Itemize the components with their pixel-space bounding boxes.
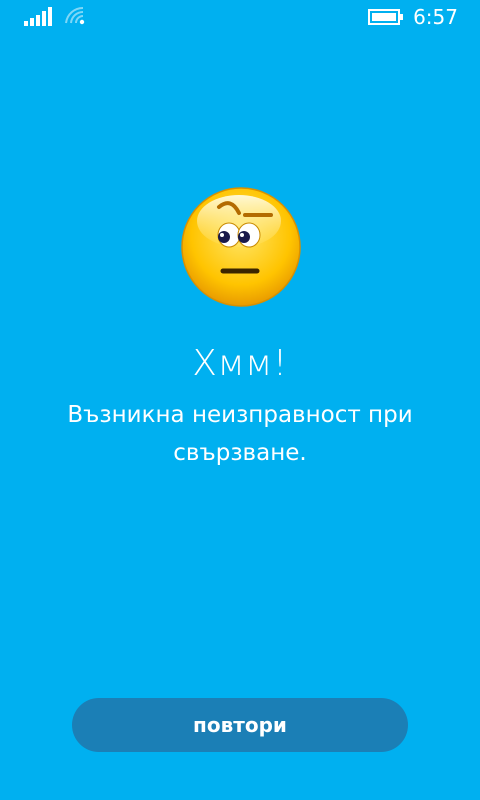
skeptical-emoticon-icon bbox=[181, 187, 301, 307]
signal-icon bbox=[24, 7, 52, 26]
status-time: 6:57 bbox=[413, 5, 458, 29]
wifi-icon bbox=[65, 6, 85, 25]
retry-button[interactable]: повтори bbox=[72, 698, 408, 752]
error-title: Хмм! bbox=[192, 343, 288, 384]
battery-icon bbox=[368, 9, 403, 25]
status-bar: 6:57 bbox=[0, 0, 480, 34]
error-message: Възникна неизправност при свързване. bbox=[67, 402, 413, 466]
